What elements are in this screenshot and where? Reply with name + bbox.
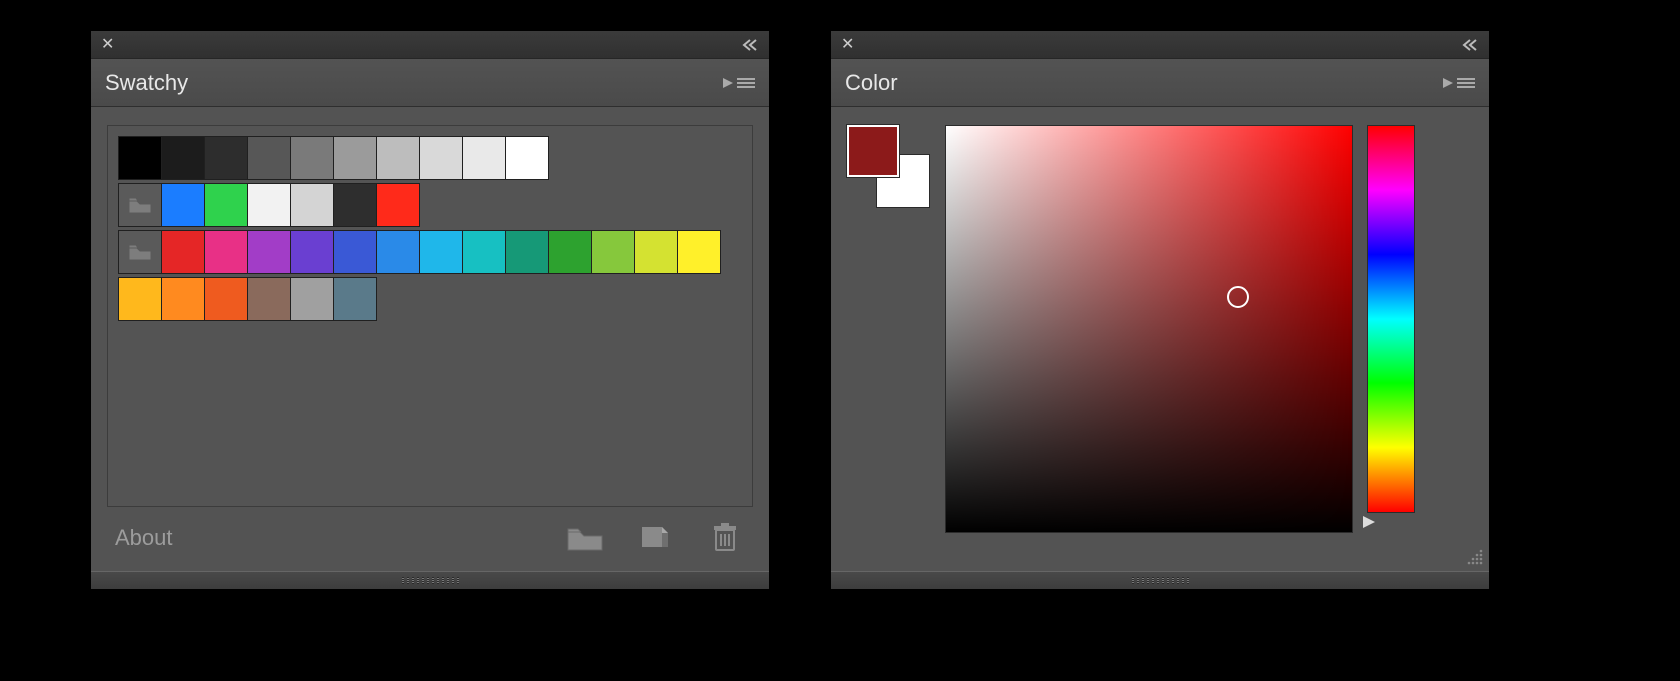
swatch[interactable] — [290, 136, 334, 180]
swatch[interactable] — [419, 230, 463, 274]
footer-icon-group — [565, 521, 745, 555]
swatchy-footer: About — [107, 507, 753, 559]
swatch[interactable] — [591, 230, 635, 274]
swatchy-body: About — [91, 107, 769, 571]
folder-icon[interactable] — [565, 521, 605, 555]
panel-title: Color — [845, 70, 898, 96]
saturation-value-field[interactable] — [945, 125, 1353, 533]
swatch[interactable] — [505, 230, 549, 274]
foreground-background-chips — [847, 125, 931, 229]
swatch-well — [107, 125, 753, 507]
resize-grip-bar[interactable] — [831, 571, 1489, 589]
panel-title: Swatchy — [105, 70, 188, 96]
swatch[interactable] — [247, 277, 291, 321]
color-body — [831, 107, 1489, 571]
swatch[interactable] — [247, 136, 291, 180]
swatch[interactable] — [333, 183, 377, 227]
swatch-row — [118, 230, 742, 273]
swatch[interactable] — [204, 277, 248, 321]
flyout-menu-icon[interactable] — [1443, 77, 1475, 89]
collapse-icon[interactable] — [741, 39, 759, 51]
swatch-row — [118, 277, 742, 320]
swatch-folder-icon[interactable] — [118, 183, 162, 227]
swatch[interactable] — [204, 183, 248, 227]
swatch[interactable] — [161, 183, 205, 227]
swatch[interactable] — [161, 136, 205, 180]
about-link[interactable]: About — [115, 525, 173, 551]
resize-corner-icon[interactable] — [1465, 547, 1485, 567]
swatch[interactable] — [376, 230, 420, 274]
swatch[interactable] — [333, 230, 377, 274]
color-panel: ✕ Color — [830, 30, 1490, 590]
resize-grip-bar[interactable] — [91, 571, 769, 589]
swatch[interactable] — [333, 277, 377, 321]
swatch-row — [118, 183, 742, 226]
swatch[interactable] — [290, 277, 334, 321]
swatch[interactable] — [161, 277, 205, 321]
panel-topbar: ✕ — [91, 31, 769, 59]
panel-tabbar: Color — [831, 59, 1489, 107]
hue-slider[interactable] — [1367, 125, 1415, 513]
swatch[interactable] — [247, 230, 291, 274]
swatch[interactable] — [161, 230, 205, 274]
hue-column — [1367, 125, 1415, 533]
swatch[interactable] — [462, 136, 506, 180]
panel-topbar: ✕ — [831, 31, 1489, 59]
swatch[interactable] — [677, 230, 721, 274]
swatchy-panel: ✕ Swatchy About — [90, 30, 770, 590]
swatch-row — [118, 136, 742, 179]
close-icon[interactable]: ✕ — [841, 37, 854, 53]
panel-tabbar: Swatchy — [91, 59, 769, 107]
swatch[interactable] — [462, 230, 506, 274]
foreground-color-chip[interactable] — [847, 125, 899, 177]
swatch[interactable] — [376, 183, 420, 227]
swatch[interactable] — [204, 230, 248, 274]
swatch[interactable] — [419, 136, 463, 180]
swatch[interactable] — [548, 230, 592, 274]
swatch[interactable] — [118, 277, 162, 321]
swatch-folder-icon[interactable] — [118, 230, 162, 274]
flyout-menu-icon[interactable] — [723, 77, 755, 89]
swatch[interactable] — [290, 183, 334, 227]
swatch[interactable] — [376, 136, 420, 180]
close-icon[interactable]: ✕ — [101, 37, 114, 53]
hue-indicator-icon[interactable] — [1363, 515, 1375, 533]
swatch[interactable] — [634, 230, 678, 274]
swatch[interactable] — [290, 230, 334, 274]
swatch[interactable] — [333, 136, 377, 180]
collapse-icon[interactable] — [1461, 39, 1479, 51]
swatch[interactable] — [505, 136, 549, 180]
new-swatch-icon[interactable] — [635, 521, 675, 555]
trash-icon[interactable] — [705, 521, 745, 555]
swatch[interactable] — [247, 183, 291, 227]
swatch[interactable] — [204, 136, 248, 180]
swatch[interactable] — [118, 136, 162, 180]
